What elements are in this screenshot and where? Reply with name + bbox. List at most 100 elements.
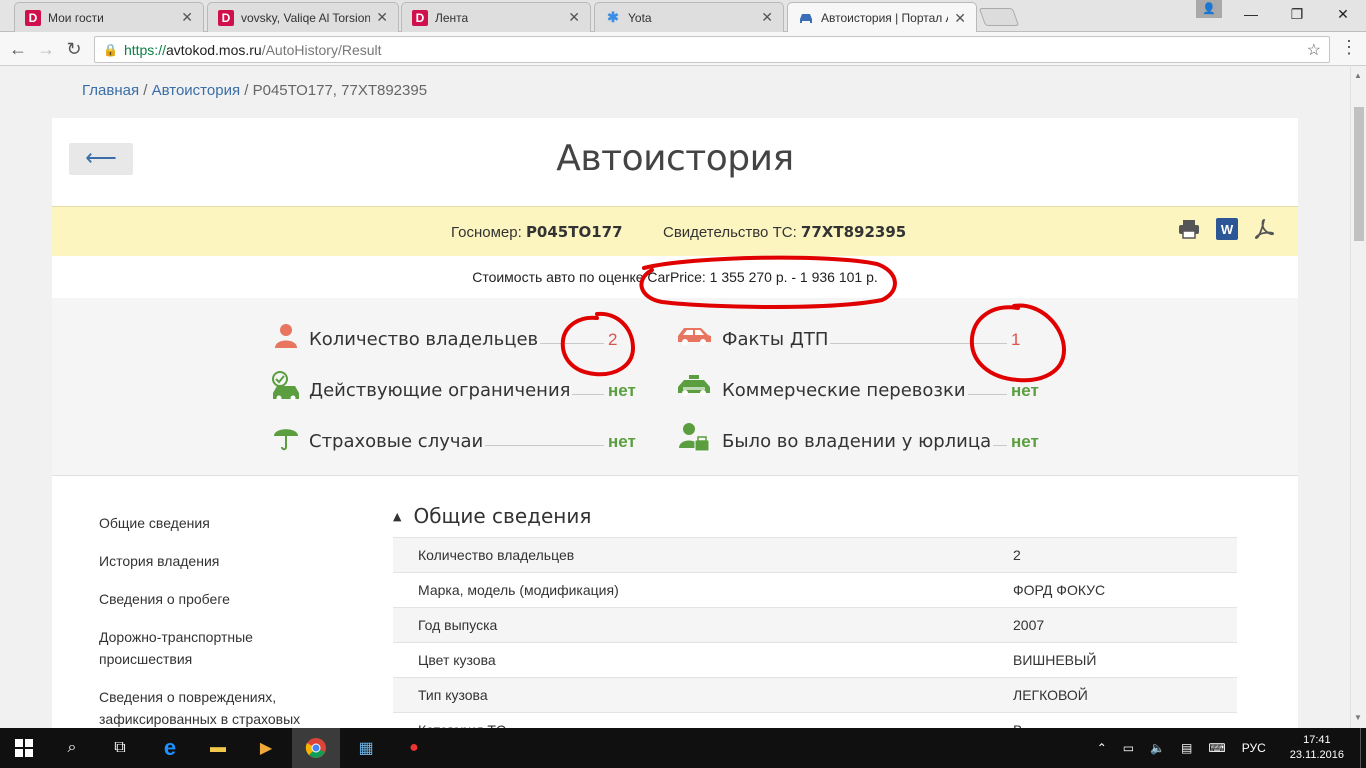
row-value: ФОРД ФОКУС (1013, 572, 1237, 608)
browser-menu-icon[interactable]: ⋮ (1340, 37, 1358, 58)
windows-start-icon[interactable] (0, 728, 48, 768)
word-export-icon[interactable]: W (1216, 218, 1238, 240)
close-tab-icon[interactable]: ✕ (376, 9, 388, 26)
chrome-icon[interactable] (292, 728, 340, 768)
yota-favicon-icon: ✱ (607, 9, 619, 25)
certificate-value: 77ХТ892395 (800, 223, 907, 241)
battery-icon[interactable]: ▭ (1123, 741, 1134, 755)
leader-line (540, 343, 604, 344)
nav-item-ownership[interactable]: История владения (99, 550, 329, 572)
user-profile-icon[interactable]: 👤 (1196, 0, 1222, 18)
breadcrumb-current: Р045ТО177, 77ХТ892395 (252, 82, 428, 99)
tab-vovsky[interactable]: D vovsky, Valiqe Al Torsion ✕ (207, 2, 399, 32)
breadcrumb-home-link[interactable]: Главная (82, 82, 139, 99)
plate-value: Р045ТО177 (525, 223, 623, 241)
new-tab-button[interactable] (978, 8, 1020, 26)
address-bar[interactable]: 🔒 https:// avtokod.mos.ru /AutoHistory/R… (94, 36, 1330, 63)
tab-yota[interactable]: ✱ Yota ✕ (594, 2, 784, 32)
scroll-thumb[interactable] (1354, 107, 1364, 241)
browser-toolbar: ← → ↻ 🔒 https:// avtokod.mos.ru /AutoHis… (0, 32, 1366, 66)
nav-item-accidents[interactable]: Дорожно-транспортные происшествия (99, 626, 329, 670)
price-estimate: Стоимость авто по оценке CarPrice: 1 355… (472, 269, 878, 285)
summary-commercial: Коммерческие перевозки нет (674, 371, 1039, 401)
row-key: Цвет кузова (393, 642, 1013, 678)
scroll-down-icon[interactable]: ▼ (1354, 713, 1362, 722)
scroll-up-icon[interactable]: ▲ (1354, 71, 1362, 80)
row-value: ВИШНЕВЫЙ (1013, 642, 1237, 678)
summary-legal-entity: Было во владении у юрлица нет (674, 422, 1039, 452)
car-crash-icon (674, 320, 714, 350)
nav-item-mileage[interactable]: Сведения о пробеге (99, 588, 329, 610)
keyboard-icon[interactable]: ⌨ (1208, 741, 1225, 755)
summary-label: Количество владельцев (309, 329, 539, 350)
tab-label: Мои гости (48, 10, 104, 25)
nav-item-general[interactable]: Общие сведения (99, 512, 329, 534)
d-favicon-icon: D (25, 9, 41, 26)
red-app-icon[interactable]: ● (390, 728, 438, 768)
tab-avtoistoriya[interactable]: Автоистория | Портал А ✕ (787, 2, 977, 33)
restrictions-value: нет (608, 381, 636, 400)
maximize-icon[interactable]: ❐ (1274, 0, 1320, 28)
forward-arrow-icon[interactable]: → (34, 37, 58, 61)
tab-lenta[interactable]: D Лента ✕ (401, 2, 591, 32)
close-tab-icon[interactable]: ✕ (761, 9, 773, 26)
row-key: Год выпуска (393, 607, 1013, 643)
table-row: Марка, модель (модификация) ФОРД ФОКУС (393, 572, 1237, 608)
section-nav: Общие сведения История владения Сведения… (99, 512, 329, 728)
minimize-icon[interactable]: — (1228, 0, 1274, 28)
plate-field: Госномер: Р045ТО177 (451, 223, 623, 241)
print-icon[interactable] (1178, 218, 1200, 240)
nav-item-damages[interactable]: Сведения о повреждениях, зафиксированных… (99, 686, 329, 728)
media-player-icon[interactable]: ▶ (242, 728, 290, 768)
leader-line (485, 445, 604, 446)
row-value: 2007 (1013, 607, 1237, 643)
file-explorer-icon[interactable]: ▬ (194, 728, 242, 768)
insurance-value: нет (608, 432, 636, 451)
plate-label: Госномер: (451, 224, 522, 241)
section-title: Общие сведения (413, 504, 592, 528)
task-view-icon[interactable]: ⧉ (96, 728, 144, 768)
summary-label: Факты ДТП (722, 329, 829, 350)
page-scrollbar[interactable]: ▲ ▼ (1350, 67, 1366, 728)
summary-insurance: Страховые случаи нет (271, 422, 636, 452)
edge-browser-icon[interactable]: e (146, 728, 194, 768)
lock-icon: 🔒 (103, 42, 118, 57)
photos-app-icon[interactable]: ▦ (342, 728, 390, 768)
close-window-icon[interactable]: ✕ (1320, 0, 1366, 28)
search-icon[interactable]: ⌕ (48, 728, 96, 768)
bookmark-star-icon[interactable]: ☆ (1307, 40, 1321, 60)
breadcrumb-section-link[interactable]: Автоистория (152, 82, 240, 99)
section-header[interactable]: ▲ Общие сведения (393, 501, 1237, 531)
volume-icon[interactable]: 🔈 (1150, 741, 1165, 755)
row-value: В (1013, 712, 1237, 728)
system-tray: ⌃ ▭ 🔈 ▤ ⌨ РУС 17:41 23.11.2016 (1089, 728, 1366, 768)
show-desktop-button[interactable] (1360, 728, 1366, 768)
commercial-value: нет (1011, 381, 1039, 400)
language-indicator[interactable]: РУС (1242, 741, 1266, 755)
close-tab-icon[interactable]: ✕ (568, 9, 580, 26)
close-tab-icon[interactable]: ✕ (954, 10, 966, 27)
tab-strip: D Мои гости ✕ D vovsky, Valiqe Al Torsio… (0, 0, 1366, 33)
table-row: Количество владельцев 2 (393, 537, 1237, 573)
reload-icon[interactable]: ↻ (62, 37, 86, 61)
clock-time: 17:41 (1303, 734, 1331, 746)
tab-label: Автоистория | Портал А (821, 11, 949, 25)
accidents-count: 1 (1011, 330, 1021, 349)
table-row: Цвет кузова ВИШНЕВЫЙ (393, 642, 1237, 678)
summary-label: Было во владении у юрлица (722, 431, 992, 452)
owners-count: 2 (608, 330, 618, 349)
umbrella-icon (271, 422, 301, 452)
summary-label: Страховые случаи (309, 431, 484, 452)
person-icon (271, 320, 301, 350)
clock[interactable]: 17:41 23.11.2016 (1282, 733, 1352, 763)
back-arrow-icon[interactable]: ← (6, 37, 30, 61)
taxi-icon (674, 371, 714, 401)
pdf-export-icon[interactable] (1253, 218, 1275, 240)
tray-expand-icon[interactable]: ⌃ (1097, 741, 1107, 755)
close-tab-icon[interactable]: ✕ (181, 9, 193, 26)
tab-moi-gosti[interactable]: D Мои гости ✕ (14, 2, 204, 32)
summary-label: Коммерческие перевозки (722, 380, 966, 401)
general-info-table: Количество владельцев 2 Марка, модель (мо… (393, 537, 1237, 728)
notifications-icon[interactable]: ▤ (1181, 741, 1192, 755)
collapse-triangle-icon[interactable]: ▲ (393, 510, 401, 523)
